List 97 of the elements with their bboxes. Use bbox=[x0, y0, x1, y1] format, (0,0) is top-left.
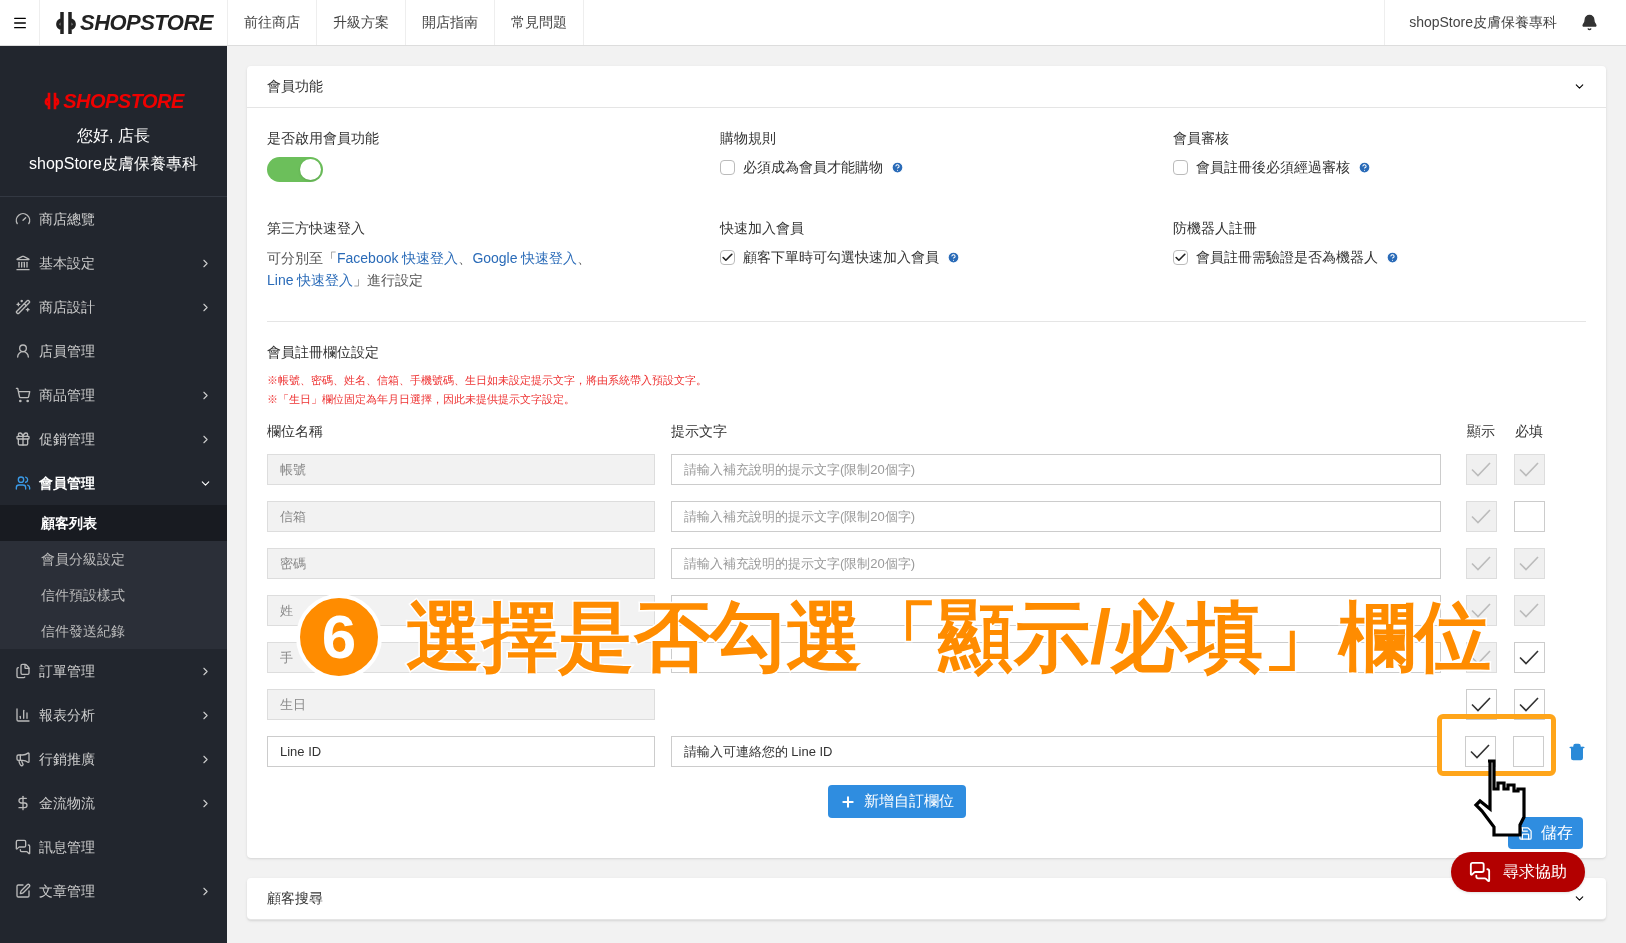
field-name-input[interactable]: Line ID bbox=[267, 736, 655, 767]
help-icon[interactable] bbox=[891, 161, 904, 174]
check-icon bbox=[1519, 650, 1539, 665]
sidebar-item[interactable]: 商店總覽 bbox=[0, 197, 227, 241]
login-link[interactable]: Google 快速登入 bbox=[472, 250, 578, 266]
trash-icon[interactable] bbox=[1568, 742, 1586, 761]
sidebar-subitem[interactable]: 信件發送紀錄 bbox=[0, 613, 227, 649]
wand-icon bbox=[15, 299, 31, 315]
save-icon bbox=[1518, 825, 1533, 841]
check-icon bbox=[1519, 603, 1539, 618]
sidebar-subitem[interactable]: 會員分級設定 bbox=[0, 541, 227, 577]
sidebar-item[interactable]: 文章管理 bbox=[0, 869, 227, 913]
top-nav-link[interactable]: 常見問題 bbox=[495, 0, 584, 45]
setting-option: 會員註冊需驗證是否為機器人 bbox=[1196, 247, 1378, 268]
sidebar-subitem[interactable]: 信件預設樣式 bbox=[0, 577, 227, 613]
note-text: ※「生日」欄位固定為年月日選擇，因此未提供提示文字設定。 bbox=[267, 392, 576, 407]
setting-title: 快速加入會員 bbox=[720, 219, 805, 238]
section-title: 會員註冊欄位設定 bbox=[267, 343, 380, 362]
login-link[interactable]: Facebook 快速登入 bbox=[337, 250, 459, 266]
setting-title: 是否啟用會員功能 bbox=[267, 129, 380, 148]
checkbox[interactable] bbox=[720, 160, 735, 175]
check-icon bbox=[1471, 556, 1491, 571]
shopstore-logo: SHOPSTORE bbox=[43, 86, 184, 116]
setting-title: 購物規則 bbox=[720, 129, 777, 148]
help-icon[interactable] bbox=[1358, 161, 1371, 174]
setting-title: 防機器人註冊 bbox=[1173, 219, 1258, 238]
top-nav-link[interactable]: 開店指南 bbox=[406, 0, 495, 45]
check-icon bbox=[1519, 697, 1539, 712]
checkbox[interactable] bbox=[1173, 160, 1188, 175]
add-field-button[interactable]: 新增自訂欄位 bbox=[827, 785, 966, 818]
bank-icon bbox=[15, 255, 31, 271]
sidebar-item[interactable]: 促銷管理 bbox=[0, 417, 227, 461]
check-icon bbox=[1471, 462, 1491, 477]
bell-icon[interactable] bbox=[1581, 14, 1598, 31]
checkbox[interactable] bbox=[1173, 250, 1188, 265]
top-nav-link[interactable]: 前往商店 bbox=[228, 0, 317, 45]
cart-icon bbox=[15, 387, 31, 403]
sidebar-subitem[interactable]: 顧客列表 bbox=[0, 505, 227, 541]
setting-option: 會員註冊後必須經過審核 bbox=[1196, 157, 1350, 178]
annotation-tooltip: 6 選擇是否勾選「顯示/必填」欄位 bbox=[296, 594, 1492, 680]
checkbox[interactable] bbox=[1512, 736, 1544, 767]
help-icon[interactable] bbox=[1386, 251, 1399, 264]
check-icon bbox=[1471, 697, 1491, 712]
sidebar-store-name: shopStore皮膚保養專科 bbox=[29, 154, 198, 174]
third-party-description: 可分別至「Facebook 快速登入、Google 快速登入、 Line 快速登入」進行設定 bbox=[267, 249, 593, 290]
sidebar-item[interactable]: 報表分析 bbox=[0, 693, 227, 737]
check-icon bbox=[1519, 462, 1539, 477]
column-header: 必填 bbox=[1514, 422, 1544, 441]
user-icon bbox=[15, 343, 31, 359]
login-link[interactable]: Line 快速登入 bbox=[267, 272, 354, 288]
help-icon[interactable] bbox=[947, 251, 960, 264]
checkbox[interactable] bbox=[1513, 642, 1545, 673]
setting-option: 顧客下單時可勾選快速加入會員 bbox=[743, 247, 939, 268]
checkbox[interactable] bbox=[1513, 501, 1545, 532]
sidebar-item[interactable]: 行銷推廣 bbox=[0, 737, 227, 781]
card-title: 會員功能 bbox=[267, 77, 324, 96]
check-icon bbox=[1471, 509, 1491, 524]
top-nav-link[interactable]: 升級方案 bbox=[317, 0, 406, 45]
sidebar-item[interactable]: 基本設定 bbox=[0, 241, 227, 285]
gift-icon bbox=[15, 431, 31, 447]
column-header: 顯示 bbox=[1466, 422, 1496, 441]
checkbox[interactable] bbox=[720, 250, 735, 265]
sidebar-item[interactable]: 金流物流 bbox=[0, 781, 227, 825]
dollar-icon bbox=[15, 795, 31, 811]
shopstore-logo: SHOPSTORE bbox=[54, 6, 213, 39]
sidebar-item[interactable]: 店員管理 bbox=[0, 329, 227, 373]
sidebar-item[interactable]: 會員管理 bbox=[0, 461, 227, 505]
check-icon bbox=[1174, 251, 1187, 264]
documents-icon bbox=[15, 663, 31, 679]
chat-icon bbox=[1469, 861, 1491, 883]
help-button[interactable]: 尋求協助 bbox=[1451, 852, 1585, 892]
users-icon bbox=[15, 475, 31, 491]
toggle-switch[interactable] bbox=[267, 157, 323, 182]
sidebar-item[interactable]: 商店設計 bbox=[0, 285, 227, 329]
gauge-icon bbox=[15, 211, 31, 227]
sidebar-item[interactable]: 商品管理 bbox=[0, 373, 227, 417]
check-icon bbox=[721, 251, 734, 264]
setting-title: 第三方快速登入 bbox=[267, 219, 366, 238]
setting-title: 會員審核 bbox=[1173, 129, 1230, 148]
note-text: ※帳號、密碼、姓名、信箱、手機號碼、生日如未設定提示文字，將由系統帶入預設文字。 bbox=[267, 373, 708, 388]
checkbox[interactable] bbox=[1464, 736, 1496, 767]
card-title: 顧客搜尋 bbox=[267, 889, 324, 908]
edit-icon bbox=[15, 883, 31, 899]
plus-icon bbox=[839, 793, 856, 810]
megaphone-icon bbox=[15, 751, 31, 767]
column-header: 提示文字 bbox=[671, 422, 728, 441]
setting-option: 必須成為會員才能購物 bbox=[743, 157, 883, 178]
bar-chart-icon bbox=[15, 707, 31, 723]
chat-icon bbox=[15, 839, 31, 855]
column-header: 欄位名稱 bbox=[267, 422, 324, 441]
sidebar-item[interactable]: 訂單管理 bbox=[0, 649, 227, 693]
greeting: 您好, 店長 bbox=[77, 126, 150, 146]
store-name[interactable]: shopStore皮膚保養專科 bbox=[1384, 0, 1581, 45]
sidebar-item[interactable]: 訊息管理 bbox=[0, 825, 227, 869]
check-icon bbox=[1471, 603, 1491, 618]
check-icon bbox=[1519, 556, 1539, 571]
check-icon bbox=[1470, 744, 1491, 759]
